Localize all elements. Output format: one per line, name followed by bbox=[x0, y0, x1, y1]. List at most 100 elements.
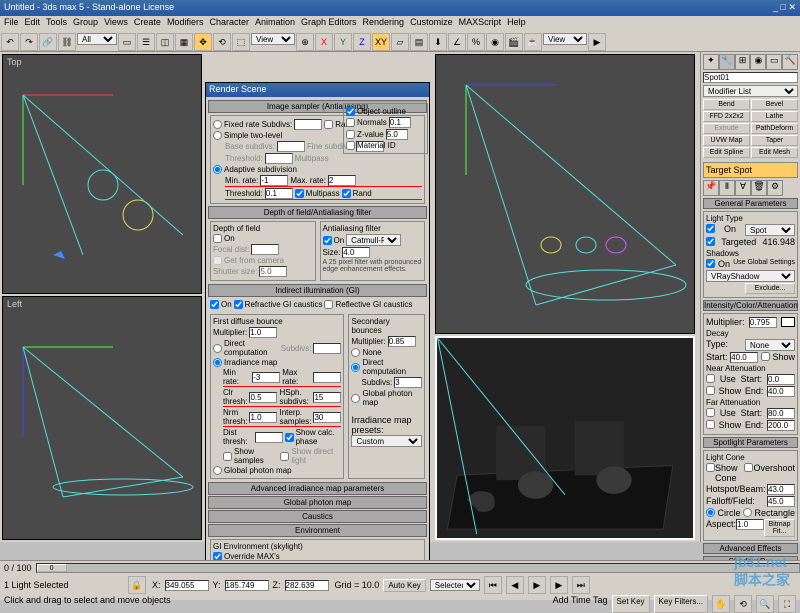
viewport-left[interactable]: Left bbox=[2, 296, 202, 540]
min-rate-input[interactable] bbox=[260, 175, 288, 186]
create-tab-icon[interactable]: ✦ bbox=[703, 54, 719, 70]
scale-icon[interactable]: ⬚ bbox=[232, 33, 250, 51]
mirror-icon[interactable]: ▱ bbox=[391, 33, 409, 51]
render-type[interactable]: View bbox=[543, 33, 587, 45]
key-mode-select[interactable]: Selected bbox=[430, 579, 480, 591]
utilities-tab-icon[interactable]: 🔨 bbox=[782, 54, 798, 70]
angle-snap-icon[interactable]: ∠ bbox=[448, 33, 466, 51]
rollout-intensity[interactable]: Intensity/Color/Attenuation bbox=[703, 300, 798, 311]
threshold-input[interactable] bbox=[265, 188, 293, 199]
display-tab-icon[interactable]: ▭ bbox=[766, 54, 782, 70]
nrm-thresh[interactable] bbox=[249, 412, 277, 423]
global-photon-radio[interactable] bbox=[213, 466, 222, 475]
refr-caustics-check[interactable] bbox=[234, 300, 243, 309]
select-region-icon[interactable]: ◫ bbox=[156, 33, 174, 51]
mod-ffd[interactable]: FFD 2x2x2 bbox=[703, 111, 750, 122]
hierarchy-tab-icon[interactable]: ⊞ bbox=[735, 54, 751, 70]
shadow-on-check[interactable] bbox=[706, 259, 715, 268]
light-color-swatch[interactable] bbox=[781, 317, 795, 327]
rand2-check[interactable] bbox=[342, 189, 351, 198]
shadow-type-select[interactable]: VRayShadow bbox=[706, 270, 795, 282]
rollout-environment[interactable]: Environment bbox=[208, 524, 427, 537]
align-icon[interactable]: ▤ bbox=[410, 33, 428, 51]
pivot-icon[interactable]: ⊕ bbox=[296, 33, 314, 51]
window-controls[interactable]: _ □ ✕ bbox=[773, 2, 796, 14]
sb-mult[interactable] bbox=[388, 336, 416, 347]
max-rate-input[interactable] bbox=[328, 175, 356, 186]
decay-type-select[interactable]: None bbox=[745, 339, 795, 351]
aa-size-input[interactable] bbox=[342, 247, 370, 258]
unlink-icon[interactable]: ⛓ bbox=[58, 33, 76, 51]
render-last-icon[interactable]: ▶ bbox=[588, 33, 606, 51]
motion-tab-icon[interactable]: ◉ bbox=[750, 54, 766, 70]
normals-check[interactable] bbox=[346, 118, 355, 127]
rotate-icon[interactable]: ⟲ bbox=[213, 33, 231, 51]
light-type-select[interactable]: Spot bbox=[745, 224, 795, 236]
rollout-adv-effects[interactable]: Advanced Effects bbox=[703, 543, 798, 554]
prev-frame-icon[interactable]: ◀ bbox=[506, 576, 524, 594]
coord-y[interactable] bbox=[225, 580, 269, 591]
select-name-icon[interactable]: ☰ bbox=[137, 33, 155, 51]
arc-rotate-icon[interactable]: ⟲ bbox=[734, 595, 752, 613]
exclude-button[interactable]: Exclude... bbox=[745, 283, 795, 294]
aa-on-check[interactable] bbox=[323, 236, 332, 245]
materialid-check[interactable] bbox=[346, 141, 355, 150]
time-slider[interactable]: 0 bbox=[36, 563, 800, 573]
snap-icon[interactable]: ⬇ bbox=[429, 33, 447, 51]
menu-rendering[interactable]: Rendering bbox=[363, 17, 405, 31]
sb-direct-radio[interactable] bbox=[351, 363, 360, 372]
menu-file[interactable]: File bbox=[4, 17, 19, 31]
mod-taper[interactable]: Taper bbox=[751, 135, 798, 146]
mod-pathdeform[interactable]: PathDeform bbox=[751, 123, 798, 134]
rollout-global-photon[interactable]: Global photon map bbox=[208, 496, 427, 509]
mod-lathe[interactable]: Lathe bbox=[751, 111, 798, 122]
irr-map-radio[interactable] bbox=[213, 358, 222, 367]
falloff-input[interactable] bbox=[767, 496, 795, 507]
mod-editspline[interactable]: Edit Spline bbox=[703, 147, 750, 158]
bitmap-fit-button[interactable]: Bitmap Fit... bbox=[764, 519, 795, 537]
hsph-input[interactable] bbox=[313, 392, 341, 403]
rollout-dof[interactable]: Depth of field/Antialiasing filter bbox=[208, 206, 427, 219]
interp-input[interactable] bbox=[313, 412, 341, 423]
show-samples-check[interactable] bbox=[223, 452, 232, 461]
menu-maxscript[interactable]: MAXScript bbox=[459, 17, 502, 31]
restrict-y-icon[interactable]: Y bbox=[334, 33, 352, 51]
sb-photon-radio[interactable] bbox=[351, 394, 360, 403]
auto-key-button[interactable]: Auto Key bbox=[383, 579, 425, 592]
overshoot-check[interactable] bbox=[744, 463, 753, 472]
far-show-check[interactable] bbox=[706, 420, 715, 429]
rollout-general-params[interactable]: General Parameters bbox=[703, 198, 798, 209]
goto-start-icon[interactable]: ⏮ bbox=[484, 576, 502, 594]
main-menu[interactable]: File Edit Tools Group Views Create Modif… bbox=[0, 16, 800, 32]
mod-extrude[interactable]: Extrude bbox=[703, 123, 750, 134]
percent-snap-icon[interactable]: % bbox=[467, 33, 485, 51]
rollout-adv-irr[interactable]: Advanced irradiance map parameters bbox=[208, 482, 427, 495]
remove-mod-icon[interactable]: 🗑 bbox=[751, 180, 767, 196]
unique-icon[interactable]: ∀ bbox=[735, 180, 751, 196]
restrict-x-icon[interactable]: X bbox=[315, 33, 333, 51]
sb-none-radio[interactable] bbox=[351, 348, 360, 357]
material-editor-icon[interactable]: ◉ bbox=[486, 33, 504, 51]
gi-on-check[interactable] bbox=[210, 300, 219, 309]
targeted-check[interactable] bbox=[706, 237, 715, 246]
menu-edit[interactable]: Edit bbox=[25, 17, 41, 31]
direct-comp-radio[interactable] bbox=[213, 344, 222, 353]
ref-coord[interactable]: View bbox=[251, 33, 295, 45]
mod-editmesh[interactable]: Edit Mesh bbox=[751, 147, 798, 158]
window-crossing-icon[interactable]: ▦ bbox=[175, 33, 193, 51]
irr-minrate[interactable] bbox=[252, 372, 280, 383]
pan-icon[interactable]: ✋ bbox=[712, 595, 730, 613]
rectangle-radio[interactable] bbox=[743, 508, 752, 517]
menu-help[interactable]: Help bbox=[507, 17, 526, 31]
mod-bend[interactable]: Bend bbox=[703, 99, 750, 110]
show-cone-check[interactable] bbox=[706, 463, 715, 472]
object-outline-check[interactable] bbox=[346, 107, 355, 116]
select-icon[interactable]: ▭ bbox=[118, 33, 136, 51]
zvalue-check[interactable] bbox=[346, 130, 355, 139]
near-show-check[interactable] bbox=[706, 386, 715, 395]
menu-grapheditors[interactable]: Graph Editors bbox=[301, 17, 357, 31]
rand-check[interactable] bbox=[324, 120, 333, 129]
configure-icon[interactable]: ⚙ bbox=[767, 180, 783, 196]
far-use-check[interactable] bbox=[706, 408, 715, 417]
move-icon[interactable]: ✥ bbox=[194, 33, 212, 51]
